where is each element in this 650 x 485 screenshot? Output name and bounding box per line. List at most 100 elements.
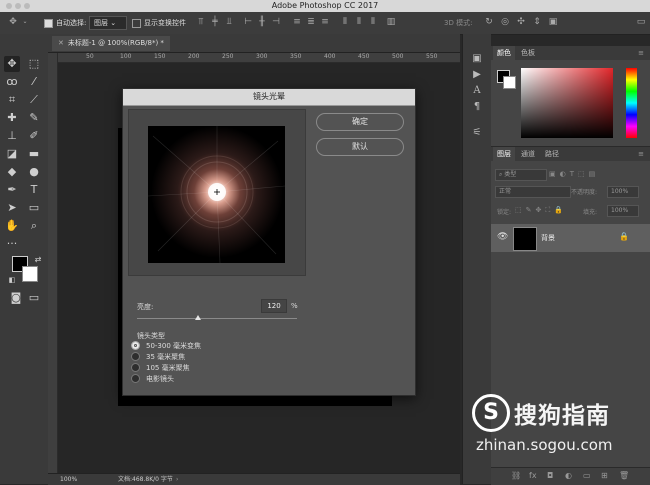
properties-panel-icon[interactable]: ⚟ <box>470 126 484 140</box>
distribute-bottom-icon[interactable]: ≡ <box>320 17 330 27</box>
distribute-right-icon[interactable]: ⦀ <box>368 17 378 27</box>
brush-tool-icon[interactable]: ✎ <box>26 110 42 126</box>
new-layer-icon[interactable]: ⊞ <box>601 471 608 480</box>
align-right-icon[interactable]: ⊣ <box>271 17 281 27</box>
layer-filter-icons[interactable]: ▣◐T⬚▤ <box>549 170 599 178</box>
fx-icon[interactable]: fx <box>529 471 537 480</box>
healing-brush-icon[interactable]: ✚ <box>4 110 20 126</box>
group-icon[interactable]: ▭ <box>583 471 591 480</box>
3d-scale-icon[interactable]: ▣ <box>548 17 558 27</box>
3d-drag-icon[interactable]: ✣ <box>516 17 526 27</box>
brightness-input[interactable]: 120 <box>261 299 287 313</box>
close-tab-icon[interactable]: ✕ <box>58 39 64 47</box>
distribute-middle-icon[interactable]: ≣ <box>306 17 316 27</box>
adjustment-layer-icon[interactable]: ◐ <box>565 471 572 480</box>
trash-icon[interactable]: 🗑 <box>619 471 629 480</box>
eyedropper-tool-icon[interactable]: ⟋ <box>26 92 42 108</box>
close-window-icon[interactable] <box>6 3 12 9</box>
color-field-picker[interactable] <box>521 68 613 138</box>
fill-label: 填充: <box>583 209 598 216</box>
actions-panel-icon[interactable]: ▶ <box>470 68 484 82</box>
more-tools-icon[interactable]: ··· <box>4 236 20 252</box>
auto-select-dropdown[interactable]: 图层 ⌄ <box>89 16 127 30</box>
panel-menu-icon[interactable]: ≡ <box>634 46 648 60</box>
add-mask-icon[interactable]: ◘ <box>547 471 553 480</box>
align-middle-icon[interactable]: ╪ <box>210 17 220 27</box>
history-panel-icon[interactable]: ▣ <box>470 52 484 66</box>
quick-mask-icon[interactable]: ◙ <box>8 290 24 306</box>
character-panel-icon[interactable]: A <box>470 84 484 98</box>
background-color-swatch[interactable] <box>22 266 38 282</box>
blend-mode-dropdown[interactable]: 正常 <box>495 186 571 198</box>
path-selection-icon[interactable]: ➤ <box>4 200 20 216</box>
rectangle-tool-icon[interactable]: ▭ <box>26 200 42 216</box>
hue-slider[interactable] <box>626 68 637 138</box>
lasso-tool-icon[interactable]: ꝏ <box>4 74 20 90</box>
minimize-window-icon[interactable] <box>15 3 21 9</box>
tab-paths[interactable]: 路径 <box>541 147 563 161</box>
distribute-top-icon[interactable]: ≡ <box>292 17 302 27</box>
gradient-tool-icon[interactable]: ▬ <box>26 146 42 162</box>
distribute-center-icon[interactable]: ⦀ <box>354 17 364 27</box>
crop-tool-icon[interactable]: ⌗ <box>4 92 20 108</box>
workspace-icon[interactable]: ▭ <box>636 17 646 27</box>
eye-icon[interactable]: 👁 <box>497 232 508 242</box>
marquee-tool-icon[interactable]: ⬚ <box>26 56 42 72</box>
brightness-slider-thumb[interactable] <box>194 315 201 320</box>
screen-mode-icon[interactable]: ▭ <box>26 290 42 306</box>
swap-colors-icon[interactable]: ⇄ <box>30 252 46 268</box>
clone-stamp-icon[interactable]: ⊥ <box>4 128 20 144</box>
flare-preview[interactable] <box>148 126 285 263</box>
layer-row[interactable]: 👁 背景 🔒 <box>491 224 650 252</box>
lens-type-radio-50-300[interactable]: 50-300 毫米变焦 <box>131 340 251 351</box>
history-brush-icon[interactable]: ✐ <box>26 128 42 144</box>
document-tab[interactable]: ✕ 未标题-1 @ 100%(RGB/8*) * <box>52 36 170 51</box>
status-arrow-icon[interactable]: › <box>176 474 178 485</box>
align-center-icon[interactable]: ╫ <box>257 17 267 27</box>
default-colors-icon[interactable]: ◧ <box>4 272 20 288</box>
blur-tool-icon[interactable]: ◆ <box>4 164 20 180</box>
brightness-slider-track[interactable] <box>137 318 297 319</box>
eraser-tool-icon[interactable]: ◪ <box>4 146 20 162</box>
layers-panel-tabs: 图层 通道 路径 ≡ <box>491 147 650 161</box>
distribute-left-icon[interactable]: ⦀ <box>340 17 350 27</box>
fill-input[interactable]: 100% <box>607 205 639 217</box>
dodge-tool-icon[interactable]: ● <box>26 164 42 180</box>
layer-filter-dropdown[interactable]: ⌕ 类型 <box>495 169 547 181</box>
pen-tool-icon[interactable]: ✒ <box>4 182 20 198</box>
magic-wand-icon[interactable]: ⁄ <box>26 74 42 90</box>
reset-button[interactable]: 默认 <box>316 138 404 156</box>
3d-rotate-icon[interactable]: ↻ <box>484 17 494 27</box>
align-top-icon[interactable]: ⫪ <box>196 17 206 27</box>
align-left-icon[interactable]: ⊢ <box>243 17 253 27</box>
tab-channels[interactable]: 通道 <box>517 147 539 161</box>
auto-select-checkbox[interactable]: 自动选择: <box>44 17 86 29</box>
move-tool-icon[interactable]: ✥ <box>4 56 20 72</box>
3d-roll-icon[interactable]: ◎ <box>500 17 510 27</box>
chevron-down-icon[interactable]: ⌄ <box>20 17 30 27</box>
lens-type-radio-35[interactable]: 35 毫米聚焦 <box>131 351 251 362</box>
hand-tool-icon[interactable]: ✋ <box>4 218 20 234</box>
tab-color[interactable]: 颜色 <box>493 46 515 60</box>
zoom-level[interactable]: 100% <box>60 474 77 485</box>
lens-type-radio-movie[interactable]: 电影镜头 <box>131 373 251 384</box>
paragraph-panel-icon[interactable]: ¶ <box>470 100 484 114</box>
panel-menu-icon[interactable]: ≡ <box>634 147 648 161</box>
align-bottom-icon[interactable]: ⫫ <box>224 17 234 27</box>
lens-type-radio-105[interactable]: 105 毫米聚焦 <box>131 362 251 373</box>
move-tool-icon[interactable]: ✥ <box>8 17 18 27</box>
tab-layers[interactable]: 图层 <box>493 147 515 161</box>
type-tool-icon[interactable]: T <box>26 182 42 198</box>
maximize-window-icon[interactable] <box>24 3 30 9</box>
lock-options-icons[interactable]: ⬚✎✥⛶🔒 <box>515 206 567 215</box>
color-background-swatch[interactable] <box>503 76 516 89</box>
opacity-input[interactable]: 100% <box>607 186 639 198</box>
color-panel: 颜色 色板 ≡ <box>491 46 650 147</box>
link-layers-icon[interactable]: ⛓ <box>511 471 521 480</box>
show-transform-checkbox[interactable]: 显示变换控件 <box>132 17 186 29</box>
auto-align-icon[interactable]: ▥ <box>386 17 396 27</box>
tab-swatches[interactable]: 色板 <box>517 46 539 60</box>
3d-slide-icon[interactable]: ⇕ <box>532 17 542 27</box>
zoom-tool-icon[interactable]: ⌕ <box>26 218 42 234</box>
ok-button[interactable]: 确定 <box>316 113 404 131</box>
